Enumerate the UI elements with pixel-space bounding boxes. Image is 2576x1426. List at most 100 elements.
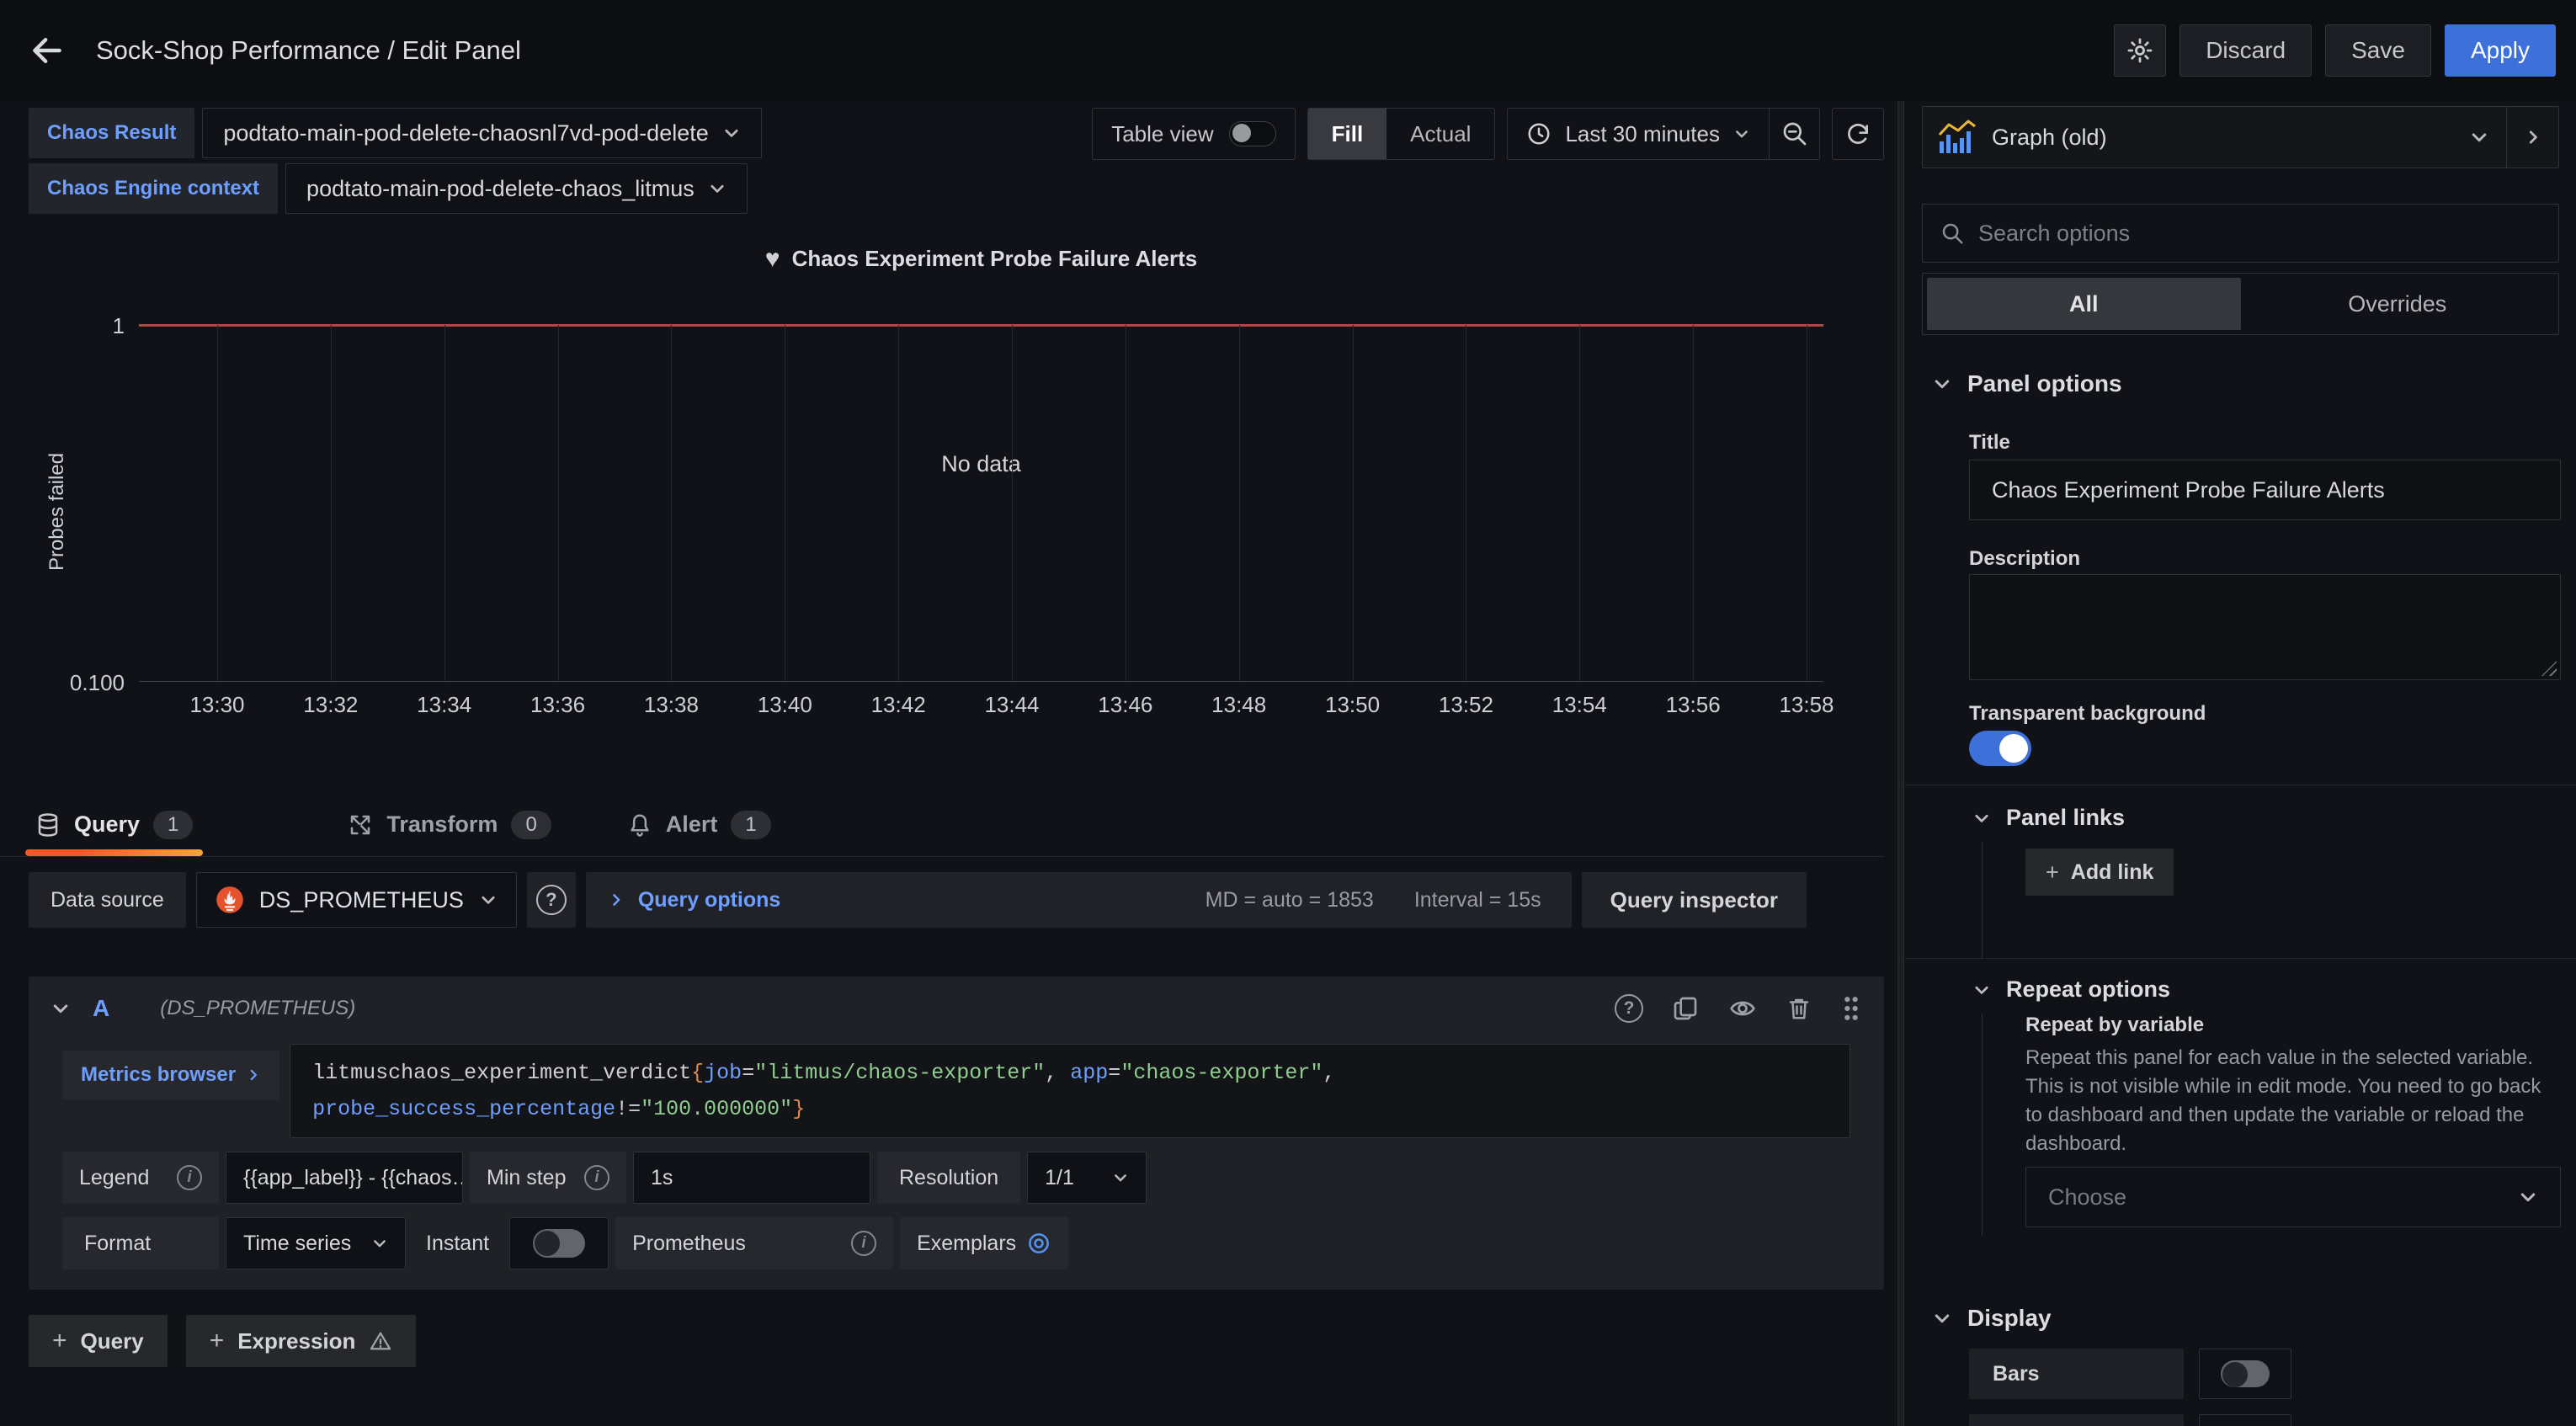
x-tick-label: 13:34 bbox=[386, 692, 503, 718]
min-step-label: Min step i bbox=[470, 1152, 626, 1204]
copy-icon[interactable] bbox=[1672, 995, 1699, 1022]
query-ref-id: A bbox=[93, 995, 109, 1022]
chevron-down-icon bbox=[722, 124, 741, 142]
repeat-variable-select[interactable]: Choose bbox=[2025, 1167, 2561, 1227]
format-label: Format bbox=[62, 1217, 219, 1269]
dashboard-variables: Chaos Result podtato-main-pod-delete-cha… bbox=[29, 108, 762, 214]
pane-resize-handle[interactable] bbox=[1897, 101, 1904, 1426]
section-indent-guide bbox=[1982, 1014, 1983, 1236]
panel-settings-button[interactable] bbox=[2114, 24, 2166, 77]
collapse-chevron-icon[interactable] bbox=[51, 998, 71, 1019]
info-circle-icon: i bbox=[851, 1231, 876, 1256]
tab-transform[interactable]: Transform 0 bbox=[338, 793, 561, 856]
table-view-toggle[interactable] bbox=[1229, 121, 1276, 146]
actual-option[interactable]: Actual bbox=[1386, 109, 1494, 159]
metrics-browser-button[interactable]: Metrics browser bbox=[62, 1051, 279, 1099]
drag-handle-icon[interactable] bbox=[1840, 994, 1862, 1023]
gear-icon bbox=[2126, 36, 2154, 65]
eye-icon[interactable] bbox=[1727, 995, 1758, 1022]
query-options-toggle[interactable]: Query options bbox=[608, 888, 780, 913]
promql-editor[interactable]: litmuschaos_experiment_verdict{job="litm… bbox=[290, 1044, 1850, 1138]
options-search-input[interactable] bbox=[1978, 221, 2541, 247]
chevron-down-icon bbox=[371, 1235, 388, 1252]
filter-tab-overrides[interactable]: Overrides bbox=[2241, 278, 2555, 330]
x-tick-label: 13:58 bbox=[1748, 692, 1865, 718]
transparent-bg-toggle[interactable] bbox=[1969, 731, 2031, 766]
chevron-down-icon bbox=[1112, 1169, 1129, 1186]
format-select[interactable]: Time series bbox=[226, 1217, 406, 1269]
discard-button[interactable]: Discard bbox=[2179, 24, 2312, 77]
refresh-button[interactable] bbox=[1832, 108, 1884, 160]
filter-tab-all[interactable]: All bbox=[1927, 278, 2241, 330]
tab-transform-count: 0 bbox=[511, 811, 551, 839]
gridline bbox=[217, 325, 218, 681]
heart-icon: ♥ bbox=[765, 247, 780, 272]
page-title: Sock-Shop Performance / Edit Panel bbox=[96, 35, 521, 66]
visualization-expand-button[interactable] bbox=[2506, 107, 2558, 168]
datasource-help-button[interactable]: ? bbox=[527, 872, 576, 928]
y-tick-0100: 0.100 bbox=[25, 670, 125, 696]
bars-toggle[interactable] bbox=[2221, 1360, 2270, 1387]
back-button[interactable] bbox=[20, 24, 74, 77]
options-filter-tabs: All Overrides bbox=[1922, 273, 2559, 335]
x-tick-label: 13:46 bbox=[1067, 692, 1184, 718]
repeat-description: Repeat this panel for each value in the … bbox=[2025, 1044, 2557, 1158]
exemplars-icon[interactable] bbox=[1026, 1231, 1051, 1256]
x-tick-label: 13:30 bbox=[158, 692, 276, 718]
tab-alert[interactable]: Alert 1 bbox=[617, 793, 781, 856]
add-link-button[interactable]: + Add link bbox=[2025, 849, 2174, 896]
view-toolbar: Table view Fill Actual Last 30 minutes bbox=[1092, 108, 1884, 160]
zoom-out-icon bbox=[1781, 120, 1808, 147]
legend-input[interactable]: {{app_label}} - {{chaos… bbox=[226, 1152, 463, 1204]
chevron-down-icon bbox=[1972, 981, 1991, 999]
panel-options-header[interactable]: Panel options bbox=[1932, 370, 2122, 397]
query-options-row-1: Legend i {{app_label}} - {{chaos… Min st… bbox=[62, 1152, 1850, 1204]
visualization-picker[interactable]: Graph (old) bbox=[1922, 106, 2559, 168]
min-step-input[interactable]: 1s bbox=[633, 1152, 870, 1204]
time-range-picker[interactable]: Last 30 minutes bbox=[1508, 109, 1769, 159]
query-inspector-button[interactable]: Query inspector bbox=[1582, 872, 1807, 928]
add-expression-button[interactable]: + Expression bbox=[186, 1315, 417, 1367]
help-circle-icon: ? bbox=[536, 885, 567, 915]
plus-icon: + bbox=[52, 1327, 67, 1355]
max-datapoints-info: MD = auto = 1853 bbox=[1206, 888, 1374, 913]
apply-button[interactable]: Apply bbox=[2445, 24, 2556, 77]
zoom-out-button[interactable] bbox=[1769, 109, 1819, 159]
query-options-row-2: Format Time series Instant Prometheus i bbox=[62, 1217, 1850, 1269]
instant-toggle[interactable] bbox=[533, 1229, 585, 1258]
query-row-header[interactable]: A (DS_PROMETHEUS) ? bbox=[29, 976, 1884, 1040]
query-help-icon[interactable]: ? bbox=[1615, 994, 1643, 1023]
instant-label: Instant bbox=[412, 1217, 503, 1269]
transform-icon bbox=[348, 812, 373, 838]
trash-icon[interactable] bbox=[1786, 995, 1812, 1022]
panel-title-input[interactable]: Chaos Experiment Probe Failure Alerts bbox=[1969, 460, 2561, 520]
panel-links-header[interactable]: Panel links bbox=[1972, 805, 2125, 831]
panel-description-textarea[interactable] bbox=[1969, 574, 2561, 680]
x-tick-label: 13:56 bbox=[1634, 692, 1752, 718]
y-tick-1: 1 bbox=[25, 313, 125, 339]
gridline bbox=[1579, 325, 1580, 681]
add-query-button[interactable]: + Query bbox=[29, 1315, 168, 1367]
query-row-card: A (DS_PROMETHEUS) ? Metrics browser litm bbox=[29, 976, 1884, 1290]
x-tick-label: 13:54 bbox=[1520, 692, 1638, 718]
datasource-picker[interactable]: DS_PROMETHEUS bbox=[196, 872, 517, 928]
fill-option[interactable]: Fill bbox=[1308, 109, 1387, 159]
chart-plot-area[interactable]: No data bbox=[139, 325, 1823, 682]
table-view-label: Table view bbox=[1111, 121, 1213, 147]
display-section-header[interactable]: Display bbox=[1932, 1305, 2052, 1332]
variable-label-chaos-engine: Chaos Engine context bbox=[29, 163, 278, 214]
chevron-down-icon bbox=[1733, 125, 1750, 142]
variable-select-chaos-result[interactable]: podtato-main-pod-delete-chaosnl7vd-pod-d… bbox=[202, 108, 761, 158]
resize-handle-icon[interactable] bbox=[2541, 661, 2557, 676]
repeat-options-header[interactable]: Repeat options bbox=[1972, 976, 2170, 1003]
save-button[interactable]: Save bbox=[2325, 24, 2431, 77]
refresh-icon bbox=[1844, 120, 1871, 147]
y-axis-title: Probes failed bbox=[45, 386, 69, 638]
options-search[interactable] bbox=[1922, 204, 2559, 263]
resolution-select[interactable]: 1/1 bbox=[1027, 1152, 1147, 1204]
gridline bbox=[1012, 325, 1013, 681]
variable-select-chaos-engine[interactable]: podtato-main-pod-delete-chaos_litmus bbox=[285, 163, 748, 214]
variable-row: Chaos Result podtato-main-pod-delete-cha… bbox=[29, 108, 762, 158]
tab-query[interactable]: Query 1 bbox=[25, 793, 203, 856]
title-field-label: Title bbox=[1969, 431, 2010, 455]
